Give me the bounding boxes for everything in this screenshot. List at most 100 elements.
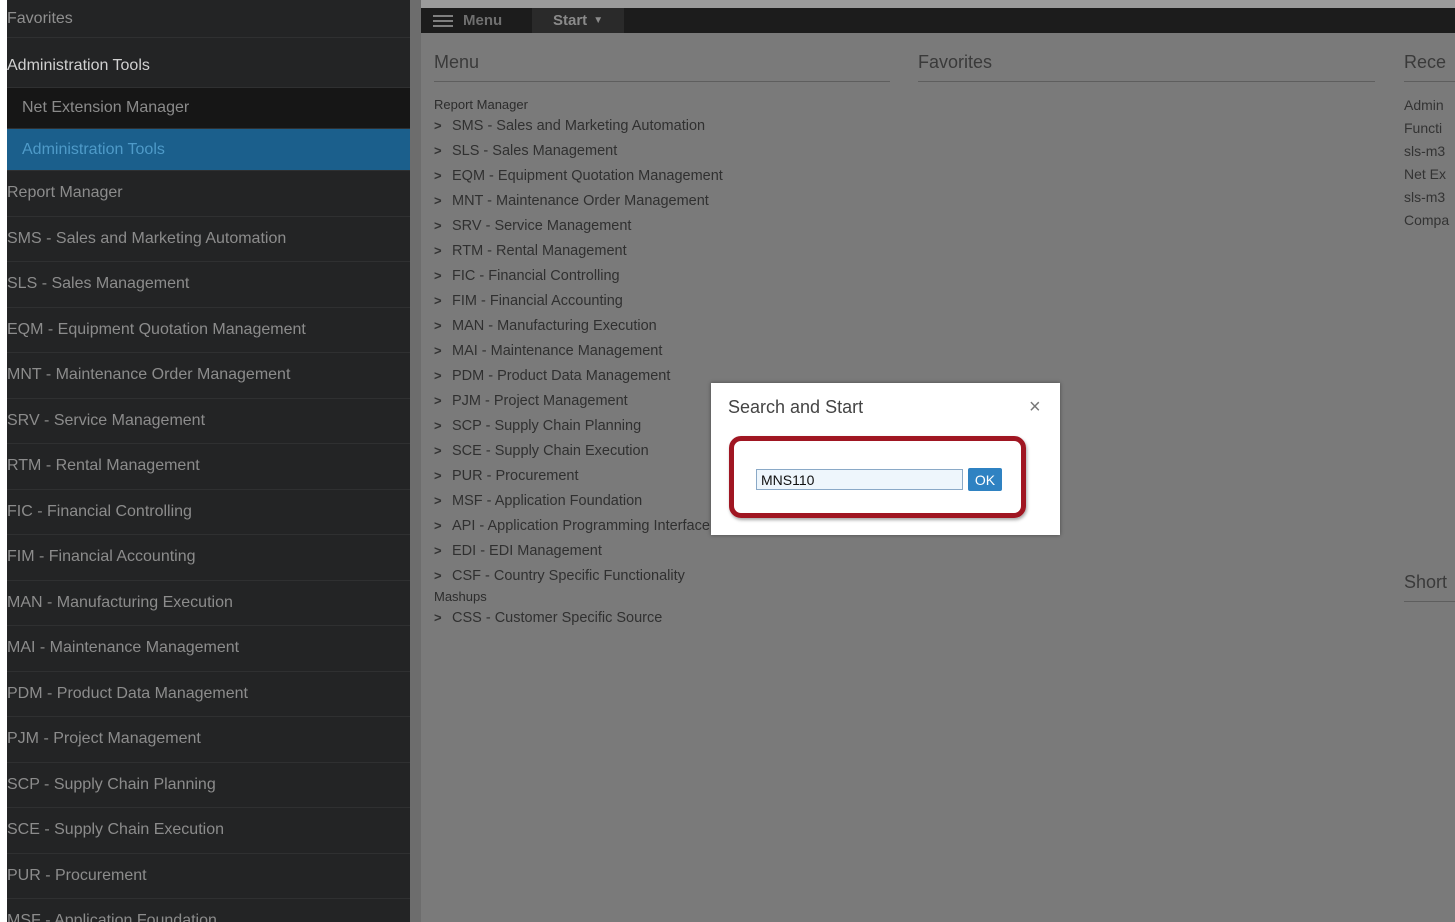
menu-tree-node[interactable]: > SMS - Sales and Marketing Automation (434, 113, 904, 138)
sidebar-module-item[interactable]: SLS - Sales Management (7, 262, 410, 308)
recent-item[interactable]: Net Ex (1404, 163, 1455, 186)
chevron-right-icon: > (434, 468, 442, 483)
sidebar-module-item[interactable]: SRV - Service Management (7, 399, 410, 444)
shortcuts-panel-title: Short (1404, 572, 1455, 602)
recent-item[interactable]: sls-m3 (1404, 186, 1455, 209)
chevron-right-icon: > (434, 218, 442, 233)
recent-list: Admin Functi sls-m3 Net Ex sls-m3 Compa (1404, 94, 1455, 232)
menu-tree-node[interactable]: > SRV - Service Management (434, 213, 904, 238)
chevron-right-icon: > (434, 268, 442, 283)
menu-tree-node-label: SMS - Sales and Marketing Automation (452, 117, 706, 134)
top-bar: Menu Start ▼ (421, 0, 1455, 33)
menu-tree-node-label: SCP - Supply Chain Planning (452, 417, 642, 434)
close-icon[interactable]: × (1029, 396, 1041, 419)
menu-tree-node-label: SLS - Sales Management (452, 142, 618, 159)
sidebar-item-administration-tools[interactable]: Administration Tools (7, 129, 410, 171)
favorites-panel-title: Favorites (918, 52, 1375, 82)
menu-button[interactable]: Menu (433, 8, 502, 33)
ok-button[interactable]: OK (968, 468, 1002, 491)
menu-group-mashups[interactable]: Mashups (434, 588, 904, 605)
menu-tree-node[interactable]: > FIC - Financial Controlling (434, 263, 904, 288)
menu-tree-node[interactable]: > CSS - Customer Specific Source (434, 605, 904, 630)
menu-tree-node[interactable]: > FIM - Financial Accounting (434, 288, 904, 313)
chevron-right-icon: > (434, 610, 442, 625)
menu-tree-node[interactable]: > MAI - Maintenance Management (434, 338, 904, 363)
menu-tree-node-label: EDI - EDI Management (452, 542, 602, 559)
chevron-right-icon: > (434, 343, 442, 358)
chevron-right-icon: > (434, 168, 442, 183)
sidebar: Favorites Administration Tools Net Exten… (0, 0, 410, 922)
sidebar-module-item[interactable]: FIM - Financial Accounting (7, 535, 410, 581)
menu-tree-node-label: MAN - Manufacturing Execution (452, 317, 657, 334)
chevron-right-icon: > (434, 143, 442, 158)
chevron-right-icon: > (434, 368, 442, 383)
chevron-right-icon: > (434, 568, 442, 583)
menu-tree-node-label: FIC - Financial Controlling (452, 267, 620, 284)
sidebar-module-item[interactable]: PUR - Procurement (7, 854, 410, 899)
sidebar-divider[interactable] (410, 0, 421, 922)
menu-tree-node-label: MNT - Maintenance Order Management (452, 192, 709, 209)
menu-group-report-manager[interactable]: Report Manager (434, 96, 904, 113)
sidebar-favorites[interactable]: Favorites (7, 0, 410, 38)
sidebar-admin-tools-header[interactable]: Administration Tools (7, 45, 410, 88)
chevron-right-icon: > (434, 293, 442, 308)
chevron-right-icon: > (434, 518, 442, 533)
sidebar-module-item[interactable]: MNT - Maintenance Order Management (7, 353, 410, 399)
menu-tree-node[interactable]: > SLS - Sales Management (434, 138, 904, 163)
sidebar-module-item[interactable]: RTM - Rental Management (7, 444, 410, 490)
menu-tree-node-label: MAI - Maintenance Management (452, 342, 663, 359)
chevron-right-icon: > (434, 493, 442, 508)
chevron-right-icon: > (434, 318, 442, 333)
menu-tree-node[interactable]: > RTM - Rental Management (434, 238, 904, 263)
recent-panel-title: Rece (1404, 52, 1455, 82)
program-search-input[interactable] (756, 469, 963, 490)
menu-tree-node[interactable]: > EDI - EDI Management (434, 538, 904, 563)
sidebar-module-item[interactable]: SMS - Sales and Marketing Automation (7, 217, 410, 262)
chevron-right-icon: > (434, 543, 442, 558)
sidebar-module-item[interactable]: SCE - Supply Chain Execution (7, 808, 410, 854)
menu-tree-node-label: PDM - Product Data Management (452, 367, 671, 384)
start-button-label: Start (553, 12, 588, 29)
sidebar-module-item[interactable]: MAN - Manufacturing Execution (7, 581, 410, 626)
menu-tree-node-label: EQM - Equipment Quotation Management (452, 167, 723, 184)
recent-item[interactable]: Functi (1404, 117, 1455, 140)
sidebar-module-item[interactable]: MAI - Maintenance Management (7, 626, 410, 672)
menu-tree-node-label: FIM - Financial Accounting (452, 292, 623, 309)
menu-tree-node-label: PJM - Project Management (452, 392, 628, 409)
menu-button-label: Menu (463, 12, 503, 29)
start-button[interactable]: Start ▼ (532, 8, 625, 33)
sidebar-module-item[interactable]: MSF - Application Foundation (7, 899, 410, 922)
recent-item[interactable]: Compa (1404, 209, 1455, 232)
menu-tree-node-label: CSS - Customer Specific Source (452, 609, 663, 626)
sidebar-module-item[interactable]: EQM - Equipment Quotation Management (7, 308, 410, 353)
menu-panel-title: Menu (434, 52, 890, 82)
chevron-right-icon: > (434, 443, 442, 458)
menu-tree-node-label: RTM - Rental Management (452, 242, 627, 259)
menu-tree-node-label: API - Application Programming Interface (452, 517, 710, 534)
chevron-right-icon: > (434, 243, 442, 258)
menu-tree-node[interactable]: > EQM - Equipment Quotation Management (434, 163, 904, 188)
menu-tree-node-label: CSF - Country Specific Functionality (452, 567, 685, 584)
chevron-right-icon: > (434, 393, 442, 408)
menu-tree: Report Manager > SMS - Sales and Marketin… (434, 96, 904, 630)
sidebar-module-item[interactable]: PJM - Project Management (7, 717, 410, 763)
menu-tree-node-label: MSF - Application Foundation (452, 492, 643, 509)
chevron-right-icon: > (434, 118, 442, 133)
menu-tree-node-label: SCE - Supply Chain Execution (452, 442, 649, 459)
sidebar-item-net-extension-manager[interactable]: Net Extension Manager (7, 88, 410, 129)
recent-item[interactable]: sls-m3 (1404, 140, 1455, 163)
recent-item[interactable]: Admin (1404, 94, 1455, 117)
sidebar-module-item[interactable]: PDM - Product Data Management (7, 672, 410, 717)
menu-tree-node-label: SRV - Service Management (452, 217, 632, 234)
hamburger-icon (433, 12, 453, 30)
menu-tree-node[interactable]: > MNT - Maintenance Order Management (434, 188, 904, 213)
sidebar-module-item[interactable]: FIC - Financial Controlling (7, 490, 410, 535)
sidebar-edge (0, 0, 7, 922)
chevron-right-icon: > (434, 418, 442, 433)
dialog-title: Search and Start (728, 397, 864, 417)
menu-tree-node[interactable]: > CSF - Country Specific Functionality (434, 563, 904, 588)
caret-down-icon: ▼ (593, 15, 604, 26)
menu-tree-node[interactable]: > MAN - Manufacturing Execution (434, 313, 904, 338)
sidebar-module-item[interactable]: SCP - Supply Chain Planning (7, 763, 410, 808)
sidebar-module-item[interactable]: Report Manager (7, 171, 410, 217)
